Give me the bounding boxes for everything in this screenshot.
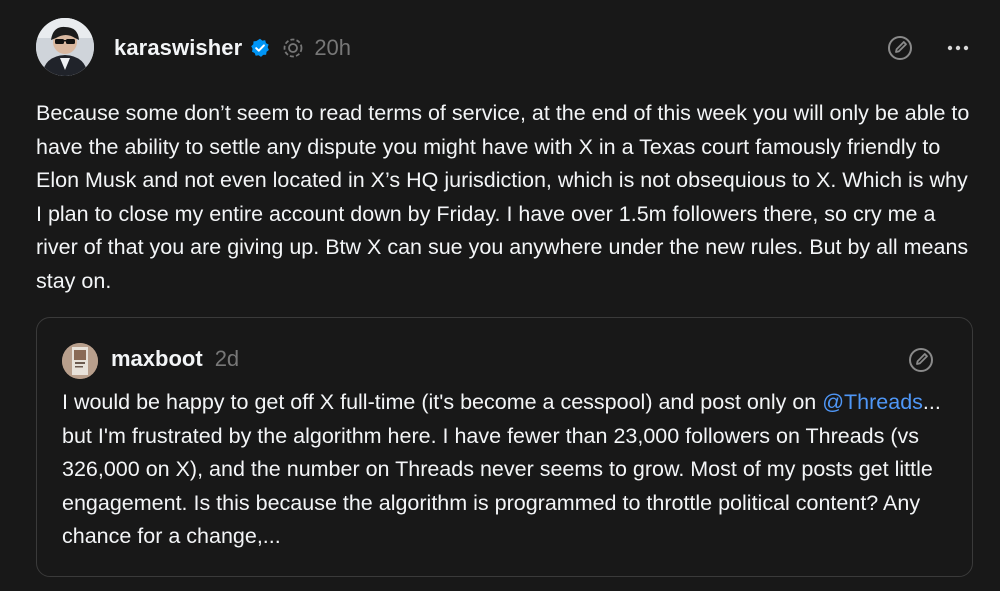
author-username[interactable]: karaswisher [114, 35, 242, 61]
quoted-text-start: I would be happy to get off X full-time … [62, 390, 823, 414]
edit-icon[interactable] [907, 346, 935, 374]
edit-icon[interactable] [886, 34, 914, 62]
verified-badge-icon [250, 38, 270, 58]
thread-post: karaswisher 20h Because some don’t seem … [0, 0, 1000, 591]
post-body: Because some don’t seem to read terms of… [36, 101, 970, 293]
quoted-post[interactable]: maxboot 2d I would be happy to get off X… [36, 317, 973, 577]
quoted-post-header: maxboot 2d [111, 346, 239, 372]
quoted-author-username[interactable]: maxboot [111, 346, 203, 372]
ai-label-icon[interactable] [282, 37, 304, 59]
quoted-post-body: I would be happy to get off X full-time … [62, 386, 952, 554]
post-header: karaswisher 20h [114, 30, 351, 66]
author-avatar[interactable] [36, 18, 94, 76]
post-timestamp[interactable]: 20h [314, 35, 351, 61]
more-options-icon[interactable] [944, 34, 972, 62]
mention-link[interactable]: @Threads [822, 390, 923, 414]
quoted-author-avatar[interactable] [62, 343, 98, 379]
quoted-post-timestamp[interactable]: 2d [215, 346, 239, 372]
